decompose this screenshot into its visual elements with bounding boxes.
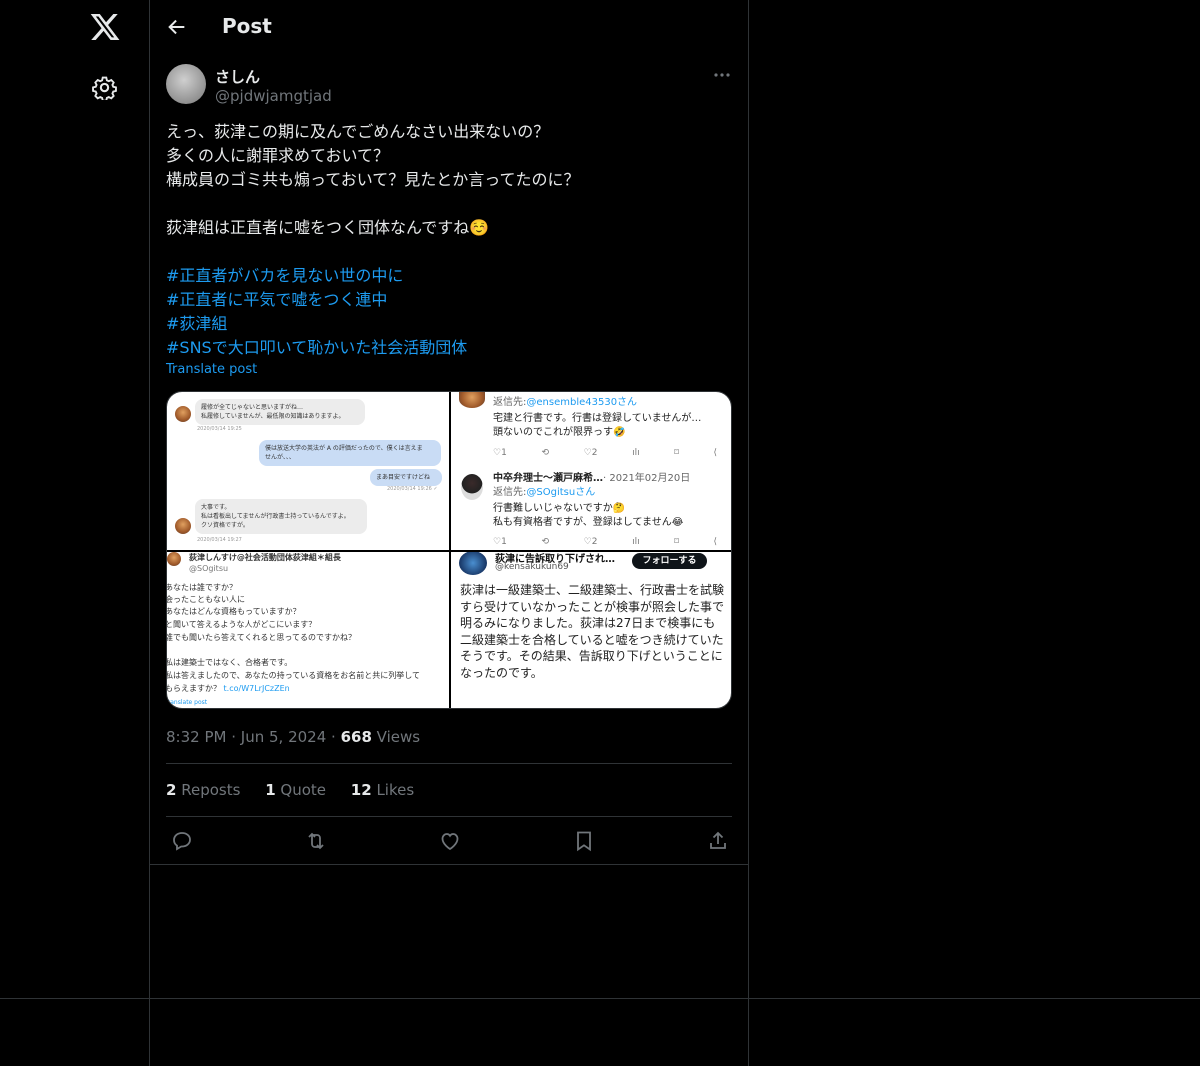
share-icon[interactable] xyxy=(706,829,730,853)
bottom-divider xyxy=(0,998,1200,999)
quote-body-text: 荻津は一級建築士、二級建築士、行政書士を試験すら受けていなかったことが検事が照会… xyxy=(460,583,725,680)
translate-post-link[interactable]: Translate post xyxy=(166,362,257,377)
reply-text: あなたはどんな資格もっていますか？ xyxy=(167,607,301,616)
chat-bubble: 履修が全てじゃないと思いますがね… 私履修していませんが、最低限の知識はあります… xyxy=(195,399,365,425)
media-grid: 履修が全てじゃないと思いますがね… 私履修していませんが、最低限の知識はあります… xyxy=(166,391,732,709)
reply-avatar xyxy=(461,474,483,500)
reply-avatar xyxy=(167,552,181,566)
bookmark-icon[interactable] xyxy=(572,829,596,853)
reply-icon[interactable] xyxy=(170,829,194,853)
reply-actions: ♡1 ⟲ ♡2 ılı ⌑ ⟨ xyxy=(493,448,717,458)
follow-button: フォローする xyxy=(632,553,707,569)
more-options-icon[interactable] xyxy=(712,66,732,84)
left-nav xyxy=(0,0,150,1066)
reply-text: 行書難しいじゃないですか🤔 xyxy=(493,503,626,514)
reply-text: 会ったこともない人に xyxy=(167,595,245,604)
main-column: Post さしん @pjdwjamgtjad えっ、荻津この期に及んでごめんなさ… xyxy=(149,0,749,1066)
post-time[interactable]: 8:32 PM xyxy=(166,728,226,746)
like-heart-icon[interactable] xyxy=(438,829,462,853)
reply-text: 誰でも聞いたら答えてくれると思ってるのですかね？ xyxy=(167,633,356,642)
chat-bubble: 大事です。 私は看板出してませんが行政書士持っているんですよ。 クソ資格ですが。 xyxy=(195,499,367,534)
author-name[interactable]: さしん xyxy=(215,66,260,87)
hashtag-link[interactable]: #正直者に平気で嘘をつく連中 xyxy=(166,288,736,312)
reply-author-handle: @SOgitsu xyxy=(189,564,229,573)
media-image-1[interactable]: 履修が全てじゃないと思いますがね… 私履修していませんが、最低限の知識はあります… xyxy=(167,392,449,550)
media-image-4[interactable]: 荻津に告訴取り下げされ… @kensakukun69 フォローする 荻津は一級建… xyxy=(451,552,731,708)
chat-timestamp: 2020/03/14 19:27 xyxy=(197,537,242,543)
avatar[interactable] xyxy=(166,64,206,104)
reply-text: あなたは誰ですか？ xyxy=(167,583,237,592)
reply-to-line: 返信先:@ensemble43530さん xyxy=(493,397,638,408)
reply-actions: ♡1 ⟲ ♡2 ılı ⌑ ⟨ xyxy=(493,537,717,547)
tweet-text: えっ、荻津この期に及んでごめんなさい出来ないの？ 多くの人に謝罪求めておいて？ … xyxy=(166,120,736,360)
reply-text: 私は答えましたので、あなたの持っている資格をお名前と共に列挙して xyxy=(167,671,421,680)
repost-icon[interactable] xyxy=(304,829,328,853)
quote-author-handle: @kensakukun69 xyxy=(495,562,569,572)
divider xyxy=(166,816,732,817)
reply-to-line: 返信先:@SOgitsuさん xyxy=(493,487,596,498)
author-handle[interactable]: @pjdwjamgtjad xyxy=(215,87,332,105)
reply-text: 私も有資格者ですが、登録はしてません😂 xyxy=(493,517,684,528)
reply-translate-link: Translate post xyxy=(167,699,208,706)
chat-text: 履修が全てじゃないと思いますがね… xyxy=(201,404,304,411)
divider xyxy=(150,864,748,865)
reply-text-line: もらえますか？ t.co/W7LrJCzZEn xyxy=(167,684,290,693)
reply-text: 私は建築士ではなく、合格者です。 xyxy=(167,658,293,667)
quote-avatar xyxy=(459,552,487,575)
reply-author-line: 中卒弁理士〜瀬戸麻希…· 2021年02月20日 xyxy=(493,473,691,484)
chat-bubble: 僕は放送大学の英法が A の評価だったので、僕くは言えま せんが、、、 xyxy=(259,440,441,466)
tweet-line: 荻津組は正直者に嘘をつく団体なんですね☺️ xyxy=(166,218,490,237)
reply-avatar xyxy=(459,392,485,408)
chat-timestamp: 2020/03/14 19:26 ✓ xyxy=(387,486,438,492)
media-image-2[interactable]: 返信先:@ensemble43530さん 宅建と行書です。行書は登録していません… xyxy=(451,392,731,550)
likes-stat[interactable]: 12 Likes xyxy=(351,781,414,799)
settings-gear-icon[interactable] xyxy=(92,75,117,100)
divider xyxy=(166,763,732,764)
chat-avatar xyxy=(175,518,191,534)
post-date[interactable]: Jun 5, 2024 xyxy=(241,728,326,746)
x-logo-icon[interactable] xyxy=(89,11,121,43)
quotes-stat[interactable]: 1 Quote xyxy=(265,781,326,799)
reply-text: 宅建と行書です。行書は登録していませんが… xyxy=(493,413,702,424)
tweet-line: 構成員のゴミ共も煽っておいて？見たとか言ってたのに？ xyxy=(166,170,580,189)
reply-text: と聞いて答えるような人がどこにいます？ xyxy=(167,620,317,629)
media-image-3[interactable]: 荻津しんすけ@社会活動団体荻津組＊組長 @SOgitsu あなたは誰ですか？ 会… xyxy=(167,552,449,708)
chat-text: 私は看板出してませんが行政書士持っているんですよ。 xyxy=(201,513,350,520)
chat-text: 私履修していませんが、最低限の知識はありますよ。 xyxy=(201,413,345,420)
back-arrow-icon[interactable] xyxy=(166,16,188,38)
page-title: Post xyxy=(222,14,272,38)
chat-avatar xyxy=(175,406,191,422)
hashtag-link[interactable]: #SNSで大口叩いて恥かいた社会活動団体 xyxy=(166,336,736,360)
views-count: 668 xyxy=(340,728,372,746)
chat-text: 僕は放送大学の英法が A の評価だったので、僕くは言えま xyxy=(265,445,423,452)
header: Post xyxy=(150,0,748,54)
chat-text: せんが、、、 xyxy=(265,454,295,461)
tweet-line: えっ、荻津この期に及んでごめんなさい出来ないの？ xyxy=(166,122,550,141)
hashtag-link[interactable]: #荻津組 xyxy=(166,312,736,336)
hashtag-link[interactable]: #正直者がバカを見ない世の中に xyxy=(166,264,736,288)
engagement-stats: 2 Reposts 1 Quote 12 Likes xyxy=(166,781,434,799)
chat-timestamp: 2020/03/14 19:25 xyxy=(197,426,242,432)
post-meta: 8:32 PM · Jun 5, 2024 · 668 Views xyxy=(166,728,421,746)
chat-text: 大事です。 xyxy=(201,504,231,511)
reposts-stat[interactable]: 2 Reposts xyxy=(166,781,240,799)
chat-text: クソ資格ですが。 xyxy=(201,522,249,529)
tweet-line: 多くの人に謝罪求めておいて？ xyxy=(166,146,390,165)
views-label: Views xyxy=(376,728,421,746)
reply-text: 頭ないのでこれが限界っす🤣 xyxy=(493,427,626,438)
chat-bubble: まあ目安ですけどね xyxy=(370,469,442,486)
